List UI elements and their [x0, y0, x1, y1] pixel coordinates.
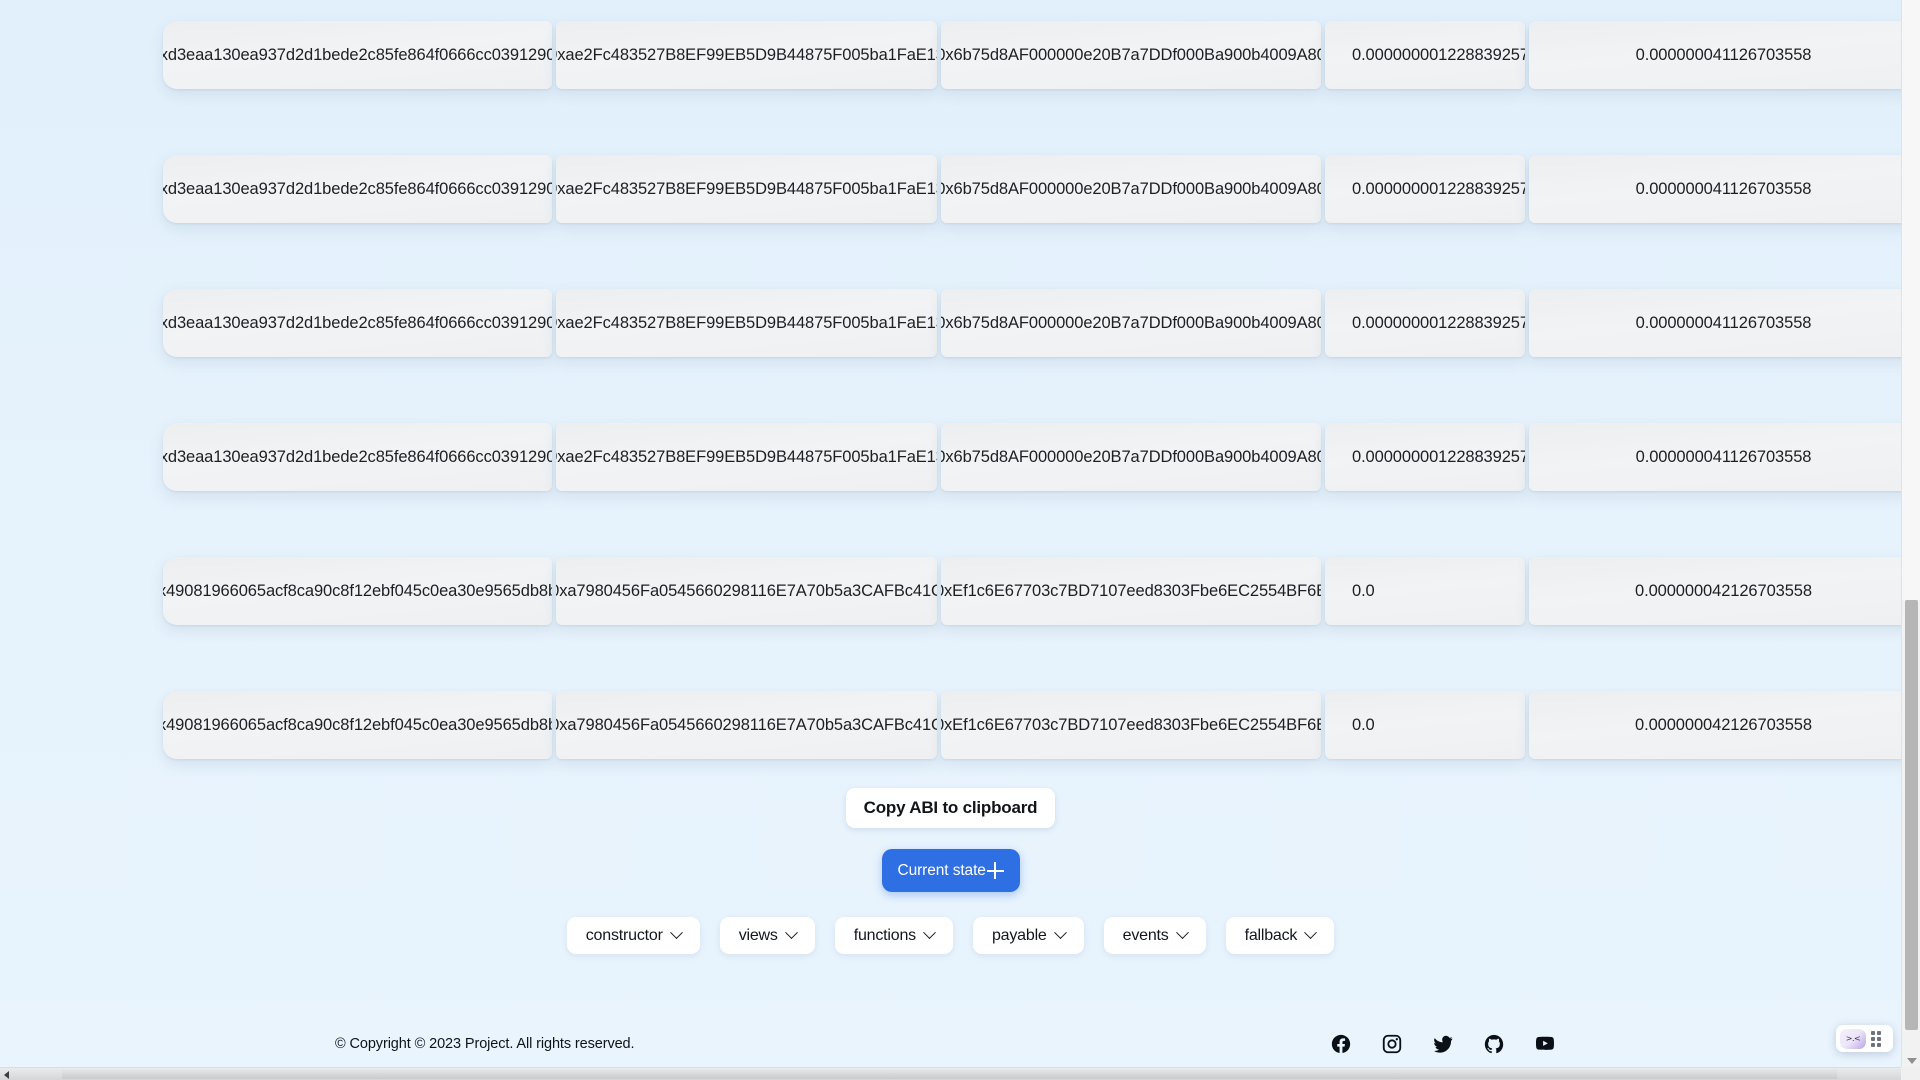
chevron-down-icon [670, 926, 683, 939]
footer: © Copyright © 2023 Project. All rights r… [0, 1020, 1901, 1068]
table-cell-address_to: 0xEf1c6E67703c7BD7107eed8303Fbe6EC2554BF… [941, 557, 1321, 625]
twitter-icon[interactable] [1432, 1033, 1454, 1055]
chip-views[interactable]: views [720, 917, 815, 954]
chip-functions[interactable]: functions [835, 917, 953, 954]
table-cell-hash: 0xd3eaa130ea937d2d1bede2c85fe864f0666cc0… [163, 21, 552, 89]
horizontal-scrollbar-thumb[interactable] [62, 1069, 1837, 1079]
table-cell-address_from: 0xae2Fc483527B8EF99EB5D9B44875F005ba1FaE… [556, 423, 937, 491]
facebook-icon[interactable] [1330, 1033, 1352, 1055]
table-cell-value_a: 0.000000001228839257 [1325, 289, 1525, 357]
table-cell-value_b: 0.000000041126703558 [1529, 423, 1901, 491]
social-links [1330, 1033, 1556, 1055]
table-cell-value_a: 0.0 [1325, 691, 1525, 759]
vertical-scrollbar-track[interactable] [1902, 0, 1920, 600]
table-cell-hash: 0xd3eaa130ea937d2d1bede2c85fe864f0666cc0… [163, 289, 552, 357]
copyright-text: © Copyright © 2023 Project. All rights r… [335, 1036, 634, 1052]
chevron-down-icon [923, 926, 936, 939]
table-cell-address_to: 0xEf1c6E67703c7BD7107eed8303Fbe6EC2554BF… [941, 691, 1321, 759]
page-viewport: 0xd3eaa130ea937d2d1bede2c85fe864f0666cc0… [0, 0, 1901, 1068]
actions-section: Copy ABI to clipboard Current state [0, 788, 1901, 892]
chip-label: events [1123, 927, 1169, 945]
table-cell-value_b: 0.000000041126703558 [1529, 21, 1901, 89]
table-row: 0xd3eaa130ea937d2d1bede2c85fe864f0666cc0… [0, 256, 1901, 390]
table-cell-address_to: 0x6b75d8AF000000e20B7a7DDf000Ba900b4009A… [941, 289, 1321, 357]
table-cell-address_to: 0x6b75d8AF000000e20B7a7DDf000Ba900b4009A… [941, 423, 1321, 491]
table-cell-hash: 0x49081966065acf8ca90c8f12ebf045c0ea30e9… [163, 691, 552, 759]
table-row: 0xd3eaa130ea937d2d1bede2c85fe864f0666cc0… [0, 0, 1901, 122]
chevron-down-icon [1304, 926, 1317, 939]
chip-fallback[interactable]: fallback [1226, 917, 1335, 954]
horizontal-scrollbar[interactable] [0, 1067, 1901, 1080]
chip-label: payable [992, 927, 1047, 945]
scroll-down-arrow-icon[interactable] [1907, 1058, 1917, 1064]
table-cell-hash: 0xd3eaa130ea937d2d1bede2c85fe864f0666cc0… [163, 155, 552, 223]
chip-events[interactable]: events [1104, 917, 1206, 954]
table-cell-address_to: 0x6b75d8AF000000e20B7a7DDf000Ba900b4009A… [941, 155, 1321, 223]
table-cell-address_from: 0xae2Fc483527B8EF99EB5D9B44875F005ba1FaE… [556, 155, 937, 223]
youtube-icon[interactable] [1534, 1033, 1556, 1055]
table-row: 0xd3eaa130ea937d2d1bede2c85fe864f0666cc0… [0, 390, 1901, 524]
table-cell-value_a: 0.0 [1325, 557, 1525, 625]
table-row: 0x49081966065acf8ca90c8f12ebf045c0ea30e9… [0, 658, 1901, 792]
chip-label: constructor [586, 927, 663, 945]
chip-label: views [739, 927, 778, 945]
vertical-scrollbar[interactable] [1901, 0, 1920, 1068]
data-table: 0xd3eaa130ea937d2d1bede2c85fe864f0666cc0… [0, 0, 1901, 792]
current-state-label: Current state [898, 862, 986, 880]
chevron-down-icon [1054, 926, 1067, 939]
table-cell-value_a: 0.000000001228839257 [1325, 423, 1525, 491]
table-cell-hash: 0x49081966065acf8ca90c8f12ebf045c0ea30e9… [163, 557, 552, 625]
table-cell-address_from: 0xae2Fc483527B8EF99EB5D9B44875F005ba1FaE… [556, 289, 937, 357]
table-cell-value_b: 0.000000042126703558 [1529, 691, 1901, 759]
table-cell-value_b: 0.000000041126703558 [1529, 289, 1901, 357]
grid-dots-icon[interactable] [1869, 1031, 1882, 1046]
scrollbar-corner [1901, 1067, 1920, 1080]
chip-label: functions [854, 927, 916, 945]
table-cell-address_to: 0x6b75d8AF000000e20B7a7DDf000Ba900b4009A… [941, 21, 1321, 89]
chip-label: fallback [1245, 927, 1298, 945]
chevron-down-icon [785, 926, 798, 939]
assistant-face-icon[interactable]: >.< [1840, 1029, 1866, 1049]
table-row: 0x49081966065acf8ca90c8f12ebf045c0ea30e9… [0, 524, 1901, 658]
table-cell-value_a: 0.000000001228839257 [1325, 21, 1525, 89]
table-cell-value_b: 0.000000042126703558 [1529, 557, 1901, 625]
chip-constructor[interactable]: constructor [567, 917, 700, 954]
plus-icon [987, 862, 1004, 879]
table-cell-value_a: 0.000000001228839257 [1325, 155, 1525, 223]
instagram-icon[interactable] [1381, 1033, 1403, 1055]
scroll-left-arrow-icon[interactable] [4, 1071, 9, 1079]
abi-category-chips: constructor views functions payable events fa… [0, 917, 1901, 954]
table-cell-address_from: 0xae2Fc483527B8EF99EB5D9B44875F005ba1FaE… [556, 21, 937, 89]
chip-payable[interactable]: payable [973, 917, 1084, 954]
floating-assistant-widget[interactable]: >.< [1836, 1025, 1893, 1052]
table-cell-hash: 0xd3eaa130ea937d2d1bede2c85fe864f0666cc0… [163, 423, 552, 491]
vertical-scrollbar-thumb[interactable] [1905, 600, 1918, 1030]
copy-abi-button[interactable]: Copy ABI to clipboard [846, 788, 1056, 828]
table-cell-address_from: 0xa7980456Fa0545660298116E7A70b5a3CAFBc4… [556, 691, 937, 759]
chevron-down-icon [1176, 926, 1189, 939]
table-cell-value_b: 0.000000041126703558 [1529, 155, 1901, 223]
github-icon[interactable] [1483, 1033, 1505, 1055]
table-row: 0xd3eaa130ea937d2d1bede2c85fe864f0666cc0… [0, 122, 1901, 256]
table-cell-address_from: 0xa7980456Fa0545660298116E7A70b5a3CAFBc4… [556, 557, 937, 625]
current-state-button[interactable]: Current state [882, 849, 1020, 892]
